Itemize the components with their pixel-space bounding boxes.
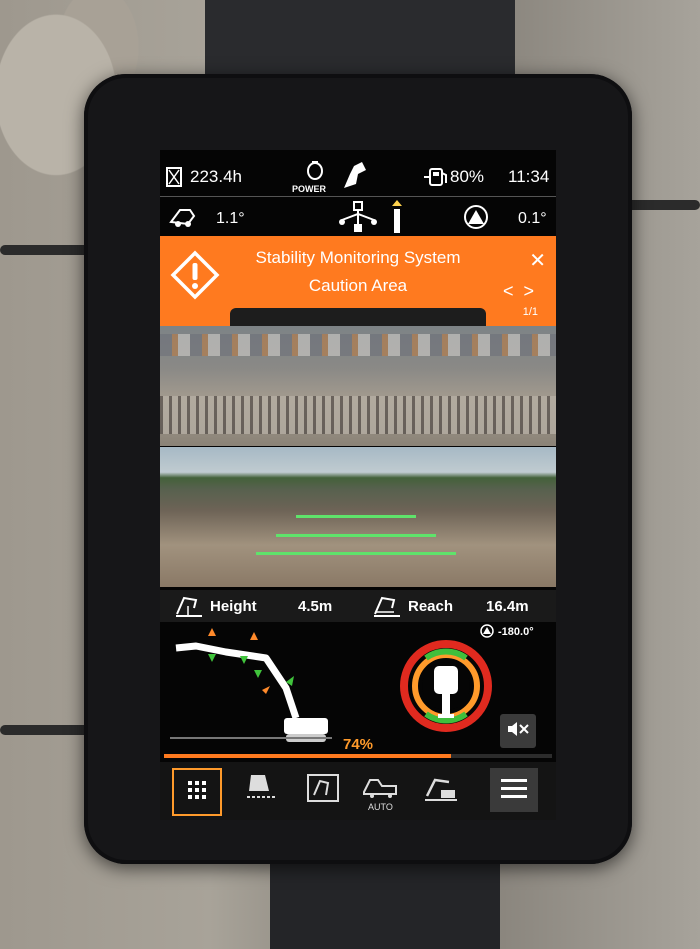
status-bar: 223.4h POWER 80% 11:34 (160, 158, 556, 198)
height-value: 4.5m (298, 598, 333, 615)
height-icon (174, 594, 204, 622)
boom-diagram (170, 628, 332, 742)
guide-line (296, 515, 416, 518)
attachment-icon (336, 200, 380, 239)
camera-button[interactable] (300, 768, 346, 812)
left-incline-value: 1.1° (216, 210, 245, 227)
next-alert-button[interactable]: > (523, 281, 544, 301)
reach-icon (372, 594, 402, 622)
stability-alert-banner: Stability Monitoring System Caution Area… (160, 236, 556, 326)
boom-settings-button[interactable] (418, 768, 464, 812)
stability-progress-fill (164, 754, 452, 758)
hourglass-icon (166, 167, 182, 192)
stability-percent: 74% (342, 736, 374, 753)
level-indicator-icon (390, 200, 404, 239)
power-mode-icon[interactable] (302, 160, 328, 187)
cable (620, 200, 700, 210)
alert-subtitle: Caution Area (308, 276, 408, 295)
prev-alert-button[interactable]: < (503, 281, 524, 301)
alert-pager: <> (503, 281, 544, 302)
stability-panel: -180.0° (160, 622, 556, 752)
clock: 11:34 (508, 167, 550, 186)
machine-mode-icon[interactable] (340, 160, 370, 197)
divider (160, 196, 556, 197)
display-mount (270, 860, 500, 949)
alert-page-indicator: 1/1 (522, 306, 538, 318)
fuel-icon (422, 167, 448, 192)
excavator-icon (360, 776, 402, 805)
reach-value: 16.4m (486, 598, 529, 615)
swing-angle: -180.0° (498, 626, 534, 638)
fuel-level: 80% (450, 167, 485, 186)
alert-title: Stability Monitoring System (255, 248, 461, 267)
grid-icon (187, 780, 207, 805)
display-screen: 223.4h POWER 80% 11:34 1.1° 0.1° Stabili… (160, 150, 556, 820)
boom-icon (423, 774, 459, 807)
power-label: POWER (292, 184, 327, 194)
measurement-bar: Height 4.5m Reach 16.4m (160, 590, 556, 622)
bottom-toolbar: AUTO (160, 762, 556, 820)
incline-bar: 1.1° 0.1° (160, 200, 556, 236)
machine-tilt-icon (168, 204, 198, 235)
stability-progress-bar (164, 754, 552, 758)
right-incline-value: 0.1° (518, 210, 547, 227)
hamburger-icon (501, 778, 527, 803)
bucket-icon (243, 773, 279, 808)
close-alert-button[interactable]: ✕ (529, 248, 546, 273)
apps-menu-button[interactable] (172, 768, 222, 816)
reach-label: Reach (408, 598, 454, 615)
height-label: Height (210, 598, 257, 615)
guide-line (256, 552, 456, 555)
main-menu-button[interactable] (490, 768, 538, 812)
camera-view-icon (306, 773, 340, 808)
hour-meter: 223.4h (190, 167, 242, 186)
alert-tab (230, 308, 486, 326)
work-mode-button[interactable] (238, 768, 284, 812)
front-camera-view[interactable] (160, 447, 556, 587)
camera-scene (160, 334, 556, 356)
auto-label: AUTO (368, 802, 393, 812)
stability-ring (400, 640, 492, 732)
camera-scene (160, 396, 556, 434)
swing-lock-icon (460, 204, 492, 235)
guide-line (276, 534, 436, 537)
rear-camera-view[interactable] (160, 326, 556, 446)
